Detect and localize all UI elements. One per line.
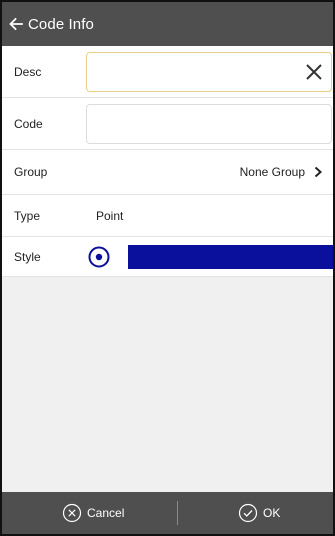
title-bar: Code Info (2, 2, 333, 46)
group-row[interactable]: Group None Group (2, 150, 333, 195)
radio-selected-icon[interactable] (88, 246, 110, 268)
type-value: Point (96, 208, 124, 223)
code-input[interactable] (93, 105, 293, 143)
code-field[interactable] (86, 104, 332, 144)
style-row: Style (2, 237, 333, 277)
chevron-right-icon (314, 166, 322, 178)
code-label: Code (14, 116, 43, 131)
app-window: Code Info Desc Code Group None Group Typ… (0, 0, 335, 536)
type-row: Type Point (2, 195, 333, 237)
ok-label: OK (263, 506, 281, 520)
code-row: Code (2, 98, 333, 150)
style-color-swatch[interactable] (128, 244, 333, 269)
ok-button[interactable]: OK (238, 492, 280, 534)
desc-input[interactable] (93, 53, 293, 91)
desc-field[interactable] (86, 52, 332, 92)
cancel-button[interactable]: Cancel (62, 492, 124, 534)
cancel-label: Cancel (87, 506, 125, 520)
arrow-left-icon[interactable] (8, 16, 24, 32)
bottom-action-bar: Cancel OK (2, 492, 333, 534)
close-icon[interactable] (305, 63, 323, 81)
desc-row: Desc (2, 46, 333, 98)
group-value: None Group (239, 165, 305, 179)
circle-x-icon (62, 503, 82, 523)
style-label: Style (14, 249, 41, 264)
page-title: Code Info (28, 15, 94, 33)
code-info-form: Desc Code Group None Group Type Point St… (2, 46, 333, 277)
footer-divider (177, 501, 178, 525)
circle-check-icon (238, 503, 258, 523)
desc-label: Desc (14, 64, 42, 79)
type-label: Type (14, 208, 41, 223)
group-label: Group (14, 165, 48, 179)
